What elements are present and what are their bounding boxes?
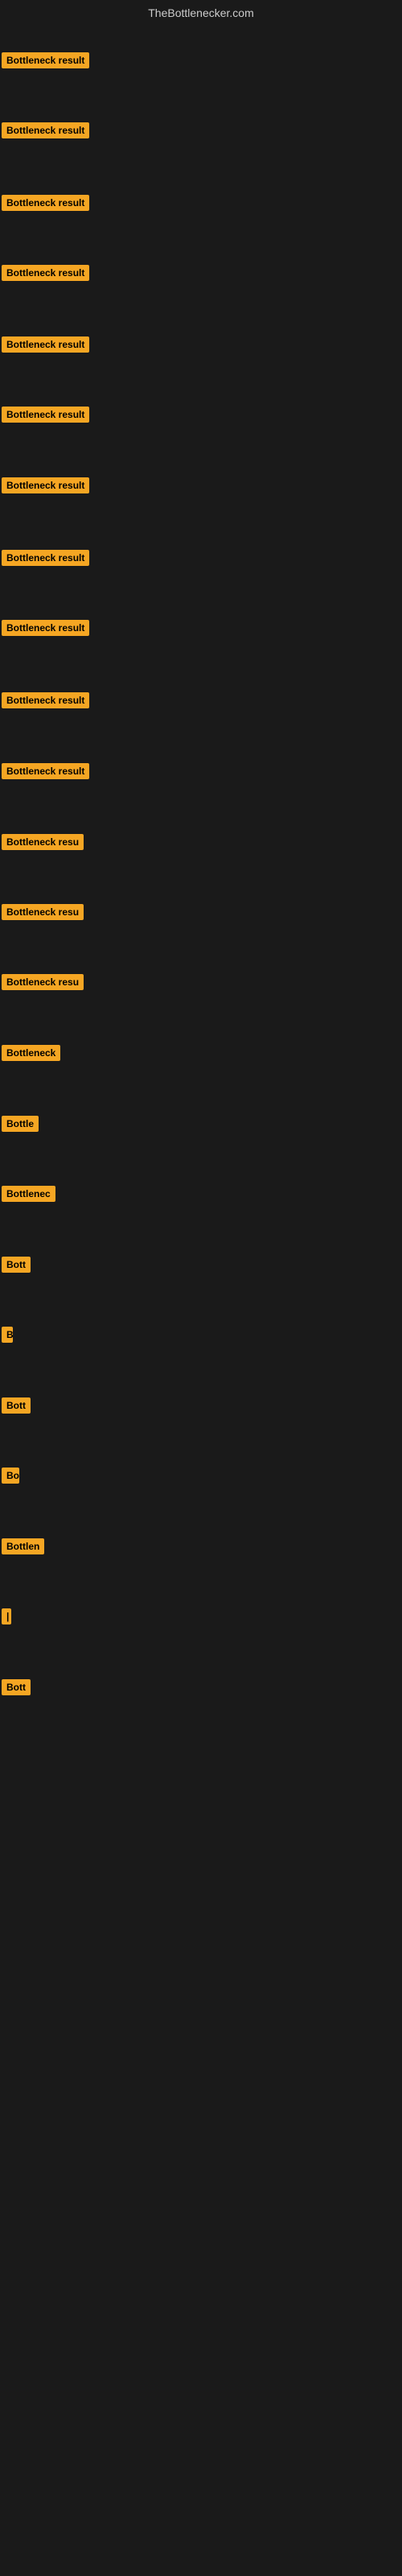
list-item: Bott xyxy=(0,1391,402,1420)
list-item: Bottlenec xyxy=(0,1179,402,1208)
bottleneck-result-badge[interactable]: Bottleneck result xyxy=(2,692,89,708)
bottleneck-result-badge[interactable]: Bottleneck result xyxy=(2,407,89,423)
list-item: Bottleneck resu xyxy=(0,898,402,927)
list-item: | xyxy=(0,1602,402,1631)
bottleneck-result-badge[interactable]: Bottleneck result xyxy=(2,195,89,211)
bottleneck-result-badge[interactable]: Bottleneck resu xyxy=(2,974,84,990)
list-item: Bottleneck result xyxy=(0,757,402,786)
list-item: Bottleneck resu xyxy=(0,828,402,857)
site-title: TheBottlenecker.com xyxy=(0,0,402,23)
bottleneck-result-badge[interactable]: | xyxy=(2,1608,11,1624)
bottleneck-result-badge[interactable]: Bottle xyxy=(2,1116,39,1132)
bottleneck-result-badge[interactable]: Bottleneck result xyxy=(2,52,89,68)
bottleneck-result-badge[interactable]: Bottleneck result xyxy=(2,620,89,636)
bottleneck-result-badge[interactable]: Bottleneck resu xyxy=(2,904,84,920)
bottleneck-result-badge[interactable]: Bo xyxy=(2,1468,19,1484)
bottleneck-result-badge[interactable]: Bottleneck result xyxy=(2,763,89,779)
bottleneck-result-badge[interactable]: Bott xyxy=(2,1679,31,1695)
bottleneck-result-badge[interactable]: Bottleneck result xyxy=(2,336,89,353)
list-item: Bottleneck resu xyxy=(0,968,402,997)
list-item: Bottleneck result xyxy=(0,258,402,287)
list-item: Bottlen xyxy=(0,1532,402,1561)
list-item: Bott xyxy=(0,1673,402,1702)
list-item: Bott xyxy=(0,1250,402,1279)
list-item: Bottleneck result xyxy=(0,188,402,217)
list-item: Bottleneck result xyxy=(0,116,402,145)
bottleneck-result-badge[interactable]: Bottleneck xyxy=(2,1045,60,1061)
list-item: Bottleneck result xyxy=(0,686,402,715)
list-item: Bottleneck result xyxy=(0,400,402,429)
list-item: Bottleneck result xyxy=(0,330,402,359)
bottleneck-result-badge[interactable]: B xyxy=(2,1327,13,1343)
bottleneck-result-badge[interactable]: Bottleneck result xyxy=(2,265,89,281)
bottleneck-result-badge[interactable]: Bottleneck resu xyxy=(2,834,84,850)
list-item: Bottleneck result xyxy=(0,46,402,75)
bottleneck-result-badge[interactable]: Bottleneck result xyxy=(2,477,89,493)
list-item: Bottleneck result xyxy=(0,471,402,500)
list-item: Bottle xyxy=(0,1109,402,1138)
list-item: Bottleneck result xyxy=(0,613,402,642)
list-item: Bottleneck xyxy=(0,1038,402,1067)
list-item: Bo xyxy=(0,1461,402,1490)
bottleneck-result-badge[interactable]: Bottlenec xyxy=(2,1186,55,1202)
list-item: Bottleneck result xyxy=(0,543,402,572)
site-title-container: TheBottlenecker.com xyxy=(0,0,402,23)
bottleneck-result-badge[interactable]: Bott xyxy=(2,1257,31,1273)
bottleneck-result-badge[interactable]: Bott xyxy=(2,1397,31,1414)
bottleneck-result-badge[interactable]: Bottlen xyxy=(2,1538,44,1554)
list-item: B xyxy=(0,1320,402,1349)
bottleneck-result-badge[interactable]: Bottleneck result xyxy=(2,550,89,566)
bottleneck-result-badge[interactable]: Bottleneck result xyxy=(2,122,89,138)
